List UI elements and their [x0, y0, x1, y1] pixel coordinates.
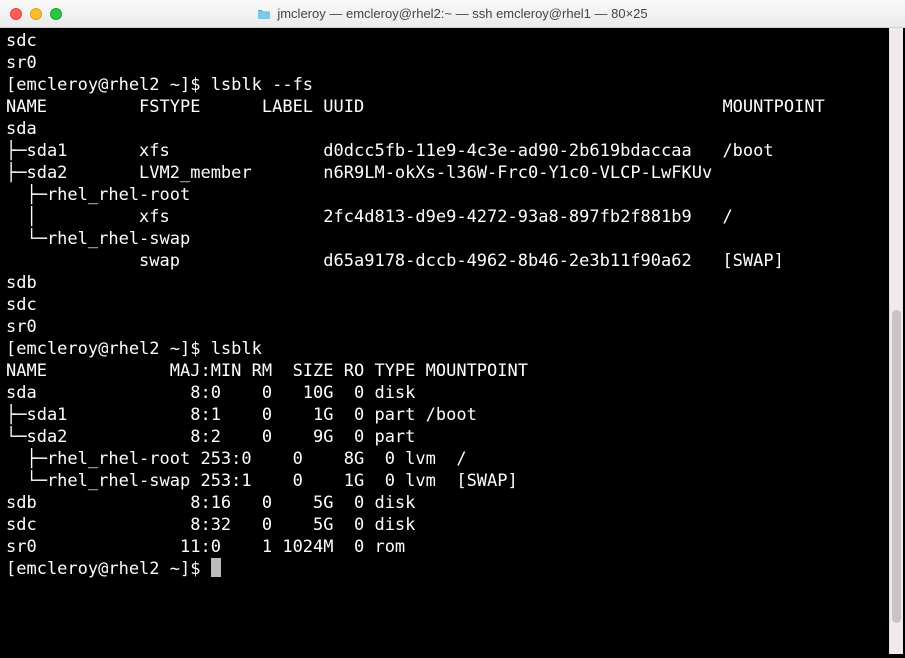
terminal-viewport[interactable]: sdc sr0 [emcleroy@rhel2 ~]$ lsblk --fs N…	[0, 28, 905, 658]
folder-icon	[257, 8, 271, 20]
window-titlebar: jmcleroy — emcleroy@rhel2:~ — ssh emcler…	[0, 0, 905, 28]
terminal-line: sr0	[6, 317, 37, 337]
terminal-line: │ xfs 2fc4d813-d9e9-4272-93a8-897fb2f881…	[6, 207, 733, 227]
terminal-line: ├─sda2 LVM2_member n6R9LM-okXs-l36W-Frc0…	[6, 163, 712, 183]
terminal-line: sda 8:0 0 10G 0 disk	[6, 383, 415, 403]
terminal-line: sdc	[6, 31, 37, 51]
terminal-line: sdb	[6, 273, 37, 293]
window-title-text: jmcleroy — emcleroy@rhel2:~ — ssh emcler…	[277, 6, 647, 21]
terminal-line: ├─rhel_rhel-root 253:0 0 8G 0 lvm /	[6, 449, 467, 469]
terminal-prompt-line: [emcleroy@rhel2 ~]$	[6, 559, 211, 579]
terminal-line: sr0 11:0 1 1024M 0 rom	[6, 537, 405, 557]
terminal-line: NAME FSTYPE LABEL UUID MOUNTPOINT	[6, 97, 825, 117]
terminal-line: swap d65a9178-dccb-4962-8b46-2e3b11f90a6…	[6, 251, 784, 271]
scroll-thumb[interactable]	[892, 310, 901, 623]
terminal-line: sr0	[6, 53, 37, 73]
traffic-lights	[10, 8, 62, 20]
terminal-line: ├─sda1 xfs d0dcc5fb-11e9-4c3e-ad90-2b619…	[6, 141, 774, 161]
terminal-line: ├─sda1 8:1 0 1G 0 part /boot	[6, 405, 477, 425]
cursor	[211, 558, 221, 577]
terminal-line: [emcleroy@rhel2 ~]$ lsblk	[6, 339, 262, 359]
terminal-line: sda	[6, 119, 37, 139]
terminal-line: └─rhel_rhel-swap 253:1 0 1G 0 lvm [SWAP]	[6, 471, 518, 491]
terminal-line: └─rhel_rhel-swap	[6, 229, 190, 249]
window-title: jmcleroy — emcleroy@rhel2:~ — ssh emcler…	[0, 6, 905, 21]
minimize-button[interactable]	[30, 8, 42, 20]
terminal-line: sdc	[6, 295, 37, 315]
terminal-line: sdc 8:32 0 5G 0 disk	[6, 515, 415, 535]
zoom-button[interactable]	[50, 8, 62, 20]
terminal-line: ├─rhel_rhel-root	[6, 185, 190, 205]
scrollbar[interactable]	[889, 28, 903, 654]
close-button[interactable]	[10, 8, 22, 20]
terminal-line: sdb 8:16 0 5G 0 disk	[6, 493, 415, 513]
terminal-line: NAME MAJ:MIN RM SIZE RO TYPE MOUNTPOINT	[6, 361, 528, 381]
terminal-line: [emcleroy@rhel2 ~]$ lsblk --fs	[6, 75, 313, 95]
terminal-line: └─sda2 8:2 0 9G 0 part	[6, 427, 415, 447]
